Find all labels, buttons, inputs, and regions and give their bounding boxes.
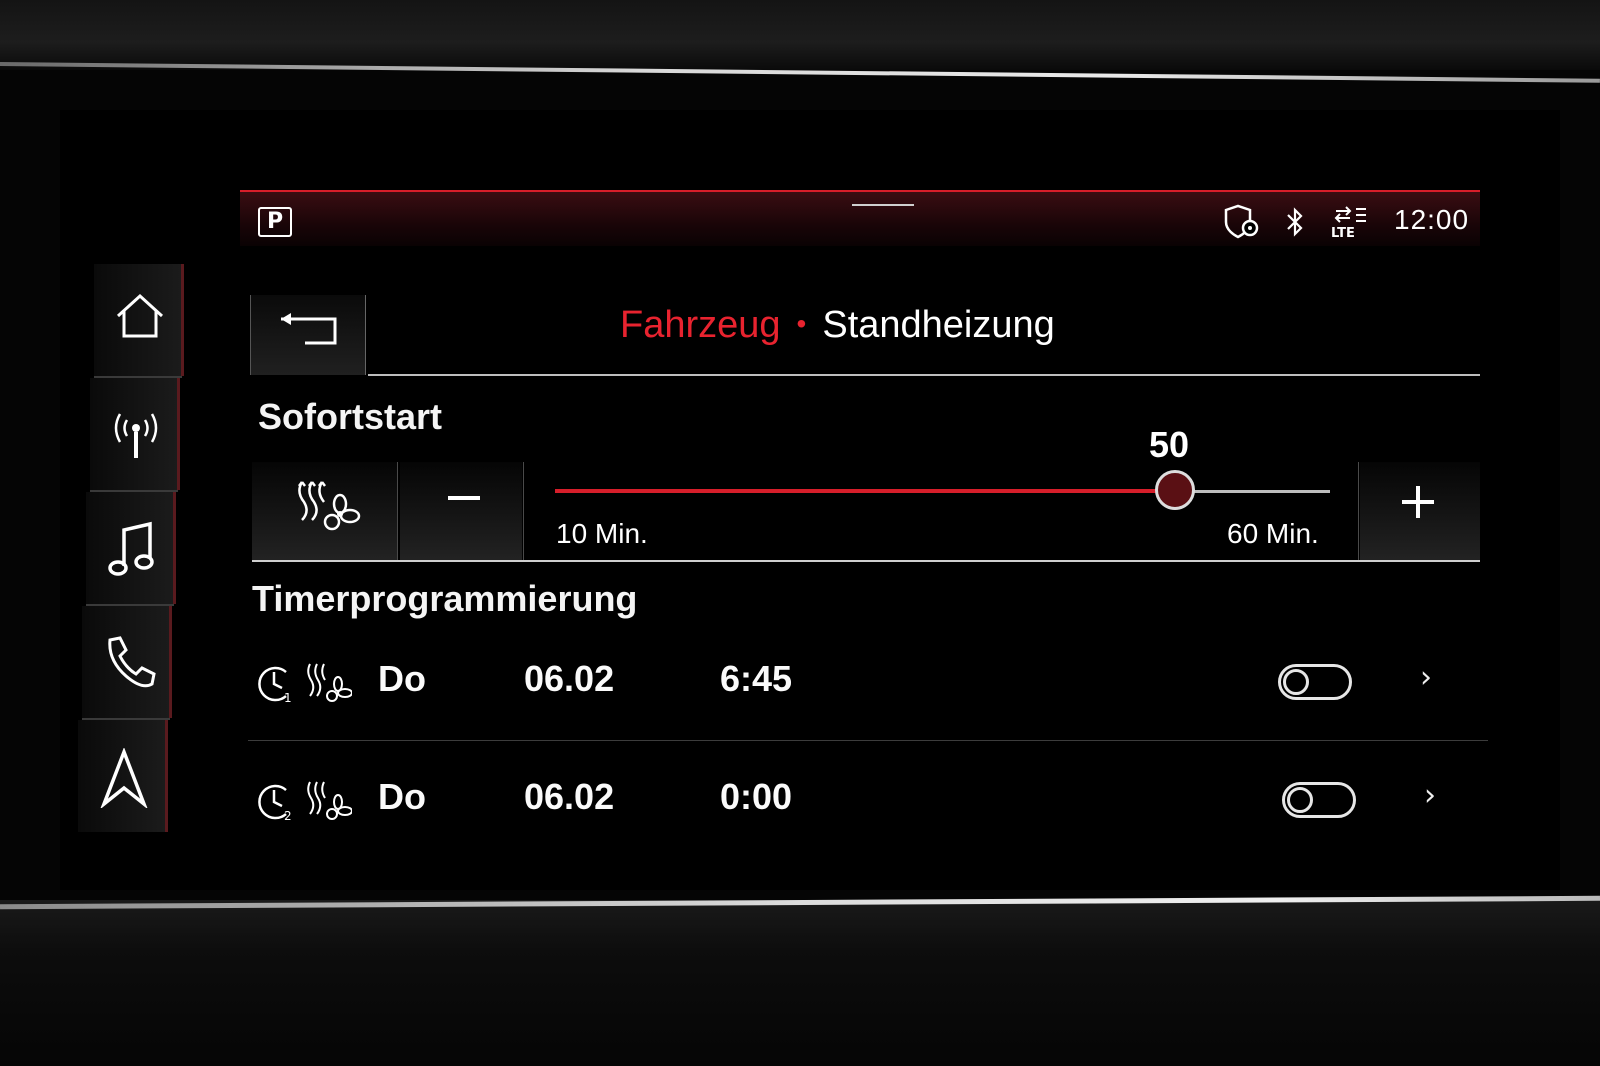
lte-data-icon: LTE: [1331, 206, 1366, 240]
pull-down-handle[interactable]: [852, 204, 914, 206]
nav-home[interactable]: [94, 264, 184, 376]
bezel-bottom: [0, 900, 1600, 1066]
park-icon: P: [258, 207, 292, 237]
timer-title: Timerprogrammierung: [252, 578, 638, 619]
decrease-button[interactable]: [400, 462, 522, 562]
back-arrow-icon: [281, 313, 337, 345]
breadcrumb-parent[interactable]: Fahrzeug: [620, 304, 781, 346]
heater-start-button[interactable]: [252, 462, 397, 562]
nav-navigation[interactable]: [78, 720, 168, 832]
phone-icon: [108, 636, 156, 688]
timer-divider: [248, 740, 1488, 741]
timer-date: 06.02: [524, 658, 615, 699]
clock: 12:00: [1394, 204, 1470, 235]
breadcrumb: Fahrzeug • Standheizung: [620, 304, 1055, 347]
increase-button[interactable]: [1360, 462, 1480, 562]
home-icon: [116, 293, 164, 338]
header-divider: [368, 374, 1480, 376]
timer-index: 1: [284, 691, 292, 704]
timer-clock-icon: 1: [258, 666, 292, 704]
timer-time: 6:45: [720, 658, 793, 699]
navigation-icon: [100, 748, 148, 808]
duration-slider-fill: [555, 489, 1175, 493]
cell-divider: [1358, 462, 1359, 562]
cell-divider: [523, 462, 524, 562]
nav-music[interactable]: [86, 492, 176, 604]
timer-toggle[interactable]: [1278, 664, 1352, 700]
plus-icon-vertical: [1416, 486, 1420, 518]
breadcrumb-separator: •: [796, 308, 807, 339]
minus-icon: [448, 496, 480, 500]
chevron-right-icon[interactable]: ›: [1420, 660, 1432, 695]
nav-radio[interactable]: [90, 378, 180, 490]
timer-day: Do: [378, 658, 426, 699]
timer-day: Do: [378, 776, 426, 817]
sofortstart-title: Sofortstart: [258, 396, 443, 437]
timer-index: 2: [284, 809, 292, 822]
slider-max-label: 60 Min.: [1227, 518, 1319, 549]
radio-icon: [114, 413, 158, 458]
timer-clock-icon: 2: [258, 784, 292, 822]
auxiliary-heater-icon: [307, 781, 352, 820]
back-button[interactable]: [250, 295, 366, 375]
timer-time: 0:00: [720, 776, 793, 817]
lte-label: LTE: [1331, 226, 1355, 240]
cell-divider: [397, 462, 398, 562]
page-title: Standheizung: [822, 304, 1055, 346]
duration-slider-thumb[interactable]: [1155, 470, 1195, 510]
slider-min-label: 10 Min.: [556, 518, 648, 549]
duration-value: 50: [1149, 424, 1190, 465]
bezel-top: [0, 0, 1600, 70]
toggle-knob: [1287, 787, 1313, 813]
bluetooth-icon: [1287, 207, 1303, 237]
nav-phone[interactable]: [82, 606, 172, 718]
music-icon: [108, 521, 154, 576]
timer-row[interactable]: 2 Do 06.02 0:00 ›: [248, 748, 1488, 858]
auxiliary-heater-icon: [298, 481, 361, 531]
timer-toggle[interactable]: [1282, 782, 1356, 818]
timer-row[interactable]: 1 Do 06.02 6:45 ›: [248, 630, 1488, 740]
timer-date: 06.02: [524, 776, 615, 817]
toggle-knob: [1283, 669, 1309, 695]
auxiliary-heater-icon: [307, 663, 352, 702]
shield-location-icon: [1224, 204, 1259, 239]
chevron-right-icon[interactable]: ›: [1424, 778, 1436, 813]
sofortstart-baseline: [252, 560, 1480, 562]
